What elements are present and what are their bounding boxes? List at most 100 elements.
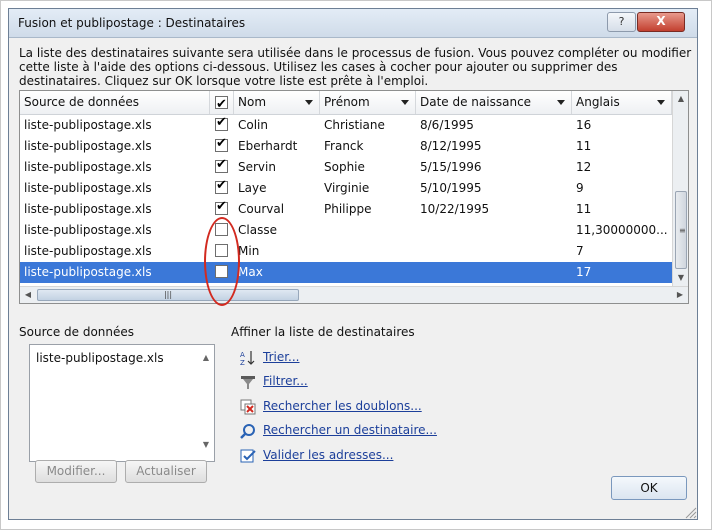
window-title: Fusion et publipostage : Destinataires [18, 16, 246, 30]
data-source-item[interactable]: liste-publipostage.xls [36, 351, 164, 365]
find-recipient-icon [240, 424, 255, 439]
duplicates-icon [240, 399, 256, 415]
table-row[interactable]: liste-publipostage.xls Colin Christiane 8/6… [20, 115, 672, 136]
data-sources-scrollbar[interactable]: ▲ ▼ [198, 345, 214, 461]
column-header-source[interactable]: Source de données [20, 91, 210, 114]
grip-icon: ≡ [679, 226, 686, 235]
column-header-label: Prénom [324, 95, 370, 109]
cell-source: liste-publipostage.xls [24, 202, 152, 216]
cell-date [416, 220, 572, 241]
horizontal-scrollbar[interactable]: ◀ ||| ▶ [20, 286, 688, 303]
cell-nom: Eberhardt [238, 139, 298, 153]
dropdown-arrow-icon[interactable] [657, 100, 665, 105]
column-header-label: Nom [238, 95, 267, 109]
cell-prenom: Virginie [324, 181, 370, 195]
resize-grip-icon[interactable] [683, 505, 697, 519]
cell-nom: Classe [238, 223, 277, 237]
row-checkbox[interactable] [215, 265, 228, 278]
row-checkbox[interactable] [215, 199, 228, 215]
cell-source: liste-publipostage.xls [24, 160, 152, 174]
scroll-down-icon[interactable]: ▼ [673, 270, 688, 286]
column-header-anglais[interactable]: Anglais [572, 91, 672, 114]
filter-link[interactable]: Filtrer... [263, 374, 308, 388]
ok-button[interactable]: OK [611, 476, 687, 500]
cell-prenom [320, 262, 416, 283]
close-button[interactable]: X [637, 12, 685, 32]
cell-nom: Laye [238, 181, 267, 195]
column-header-nom[interactable]: Nom [234, 91, 320, 114]
column-header-prenom[interactable]: Prénom [320, 91, 416, 114]
cell-date [416, 262, 572, 283]
table-row[interactable]: liste-publipostage.xls Courval Philippe 10/… [20, 199, 672, 220]
scroll-left-icon[interactable]: ◀ [20, 287, 36, 303]
select-all-checkbox[interactable] [215, 93, 228, 116]
cell-prenom: Christiane [324, 118, 385, 132]
vertical-scrollbar[interactable]: ▲ ≡ ▼ [672, 91, 688, 286]
validate-addresses-link[interactable]: Valider les adresses... [263, 448, 393, 462]
table-row[interactable]: liste-publipostage.xls Servin Sophie 5/15/1… [20, 157, 672, 178]
row-checkbox[interactable] [215, 136, 228, 152]
cell-anglais: 9 [576, 181, 584, 195]
cell-nom: Servin [238, 160, 276, 174]
scroll-up-icon[interactable]: ▲ [673, 91, 688, 107]
mail-merge-recipients-dialog: Fusion et publipostage : Destinataires ?… [8, 8, 698, 520]
row-checkbox[interactable] [215, 157, 228, 173]
cell-prenom [320, 220, 416, 241]
find-recipient-link[interactable]: Rechercher un destinataire... [263, 423, 437, 437]
cell-source: liste-publipostage.xls [24, 244, 152, 258]
cell-anglais: 12 [576, 160, 592, 174]
cell-prenom: Sophie [324, 160, 365, 174]
table-row[interactable]: liste-publipostage.xls Eberhardt Franck 8/1… [20, 136, 672, 157]
sort-link[interactable]: Trier... [263, 350, 300, 364]
intro-text: La liste des destinataires suivante sera… [19, 46, 692, 88]
cell-source: liste-publipostage.xls [24, 139, 152, 153]
title-bar: Fusion et publipostage : Destinataires ?… [9, 9, 697, 38]
column-header-checkbox[interactable] [210, 91, 234, 116]
column-header-date[interactable]: Date de naissance [416, 91, 572, 114]
scroll-right-icon[interactable]: ▶ [672, 287, 688, 303]
table-row[interactable]: liste-publipostage.xls Laye Virginie 5/10/1… [20, 178, 672, 199]
cell-anglais: 16 [576, 118, 592, 132]
cell-date: 8/6/1995 [420, 118, 474, 132]
refresh-button[interactable]: Actualiser [125, 460, 207, 483]
cell-date: 10/22/1995 [420, 202, 490, 216]
row-checkbox[interactable] [215, 178, 228, 194]
horizontal-scroll-thumb[interactable]: ||| [37, 289, 299, 301]
cell-anglais: 11 [576, 139, 592, 153]
cell-source: liste-publipostage.xls [24, 265, 152, 279]
table-row[interactable]: liste-publipostage.xls Max 17 [20, 262, 672, 283]
refine-label: Affiner la liste de destinataires [231, 325, 415, 339]
table-row[interactable]: liste-publipostage.xls Classe 11,30000000.… [20, 220, 672, 241]
table-row[interactable]: liste-publipostage.xls Min 7 [20, 241, 672, 262]
svg-text:Z: Z [240, 359, 245, 367]
row-checkbox[interactable] [215, 115, 228, 131]
modify-button[interactable]: Modifier... [35, 460, 117, 483]
dropdown-arrow-icon[interactable] [557, 100, 565, 105]
data-sources-list[interactable]: liste-publipostage.xls ▲ ▼ [29, 344, 215, 462]
vertical-scroll-thumb[interactable]: ≡ [675, 191, 687, 269]
row-checkbox[interactable] [215, 244, 228, 257]
find-duplicates-link[interactable]: Rechercher les doublons... [263, 399, 422, 413]
filter-icon [241, 376, 255, 389]
column-header-label: Anglais [576, 95, 620, 109]
cell-anglais: 11,30000000... [576, 223, 668, 237]
table-header: Source de données Nom Prénom Date de nai… [20, 91, 672, 116]
validate-addresses-icon [240, 449, 256, 463]
cell-nom: Max [238, 265, 263, 279]
recipients-table: Source de données Nom Prénom Date de nai… [19, 90, 689, 304]
dropdown-arrow-icon[interactable] [305, 100, 313, 105]
scroll-down-icon[interactable]: ▼ [198, 440, 214, 449]
scroll-up-icon[interactable]: ▲ [198, 353, 214, 362]
cell-nom: Min [238, 244, 260, 258]
cell-anglais: 11 [576, 202, 592, 216]
svg-text:A: A [240, 351, 245, 359]
data-sources-label: Source de données [19, 325, 135, 339]
cell-source: liste-publipostage.xls [24, 118, 152, 132]
dropdown-arrow-icon[interactable] [401, 100, 409, 105]
cell-anglais: 7 [576, 244, 584, 258]
cell-prenom: Philippe [324, 202, 372, 216]
help-button[interactable]: ? [607, 12, 636, 32]
row-checkbox[interactable] [215, 223, 228, 236]
cell-source: liste-publipostage.xls [24, 223, 152, 237]
cell-date: 5/10/1995 [420, 181, 482, 195]
